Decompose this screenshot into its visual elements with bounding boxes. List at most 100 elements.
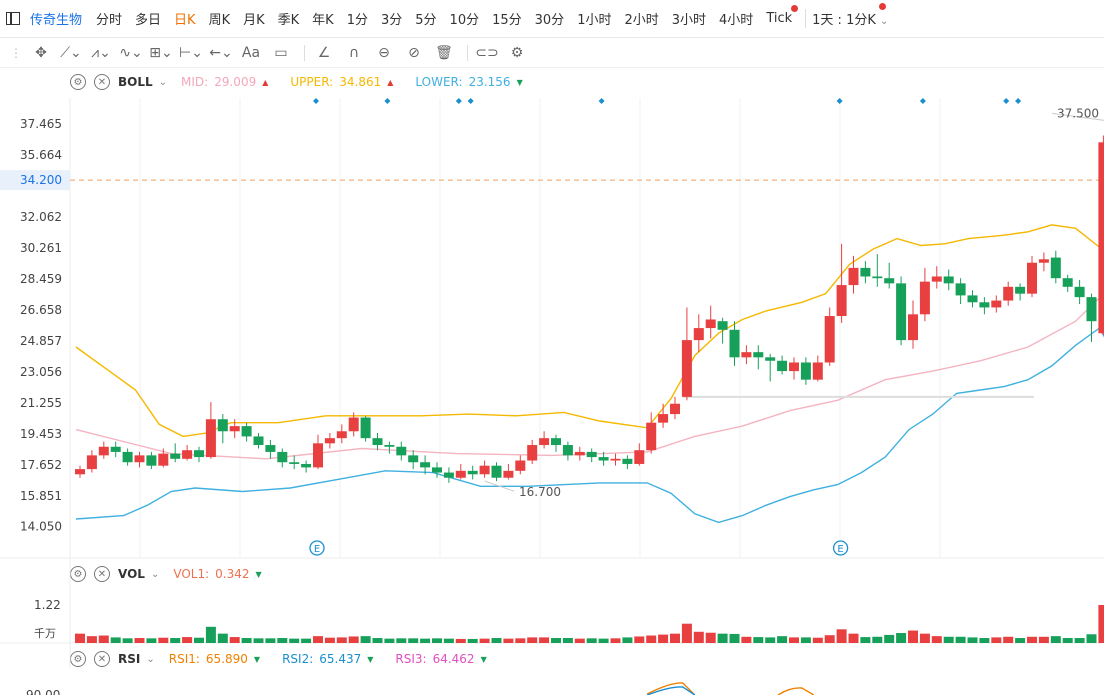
candle-body — [205, 419, 216, 458]
candle-body — [229, 426, 240, 432]
volume-bar — [860, 637, 871, 643]
comment-icon[interactable]: ▭ — [268, 42, 294, 64]
cycle-icon[interactable]: ⊖ — [371, 42, 397, 64]
y-tick-label: 30.261 — [20, 241, 62, 255]
period-tab[interactable]: 2小时 — [624, 9, 658, 28]
volume-bar — [991, 637, 1002, 643]
candle-body — [1015, 286, 1026, 294]
trash-icon[interactable]: 🗑︎ — [431, 42, 457, 64]
volume-bar — [919, 633, 930, 643]
period-tab-active[interactable]: 日K — [174, 9, 196, 28]
period-tab[interactable]: 15分 — [492, 9, 522, 28]
volume-bar — [812, 637, 823, 643]
fib-icon[interactable]: ⊞⌄ — [148, 42, 174, 64]
y-tick-label: 17.652 — [20, 458, 62, 472]
volume-bar — [908, 630, 918, 643]
volume-bar — [777, 636, 788, 643]
measure-icon[interactable]: ⊢⌄ — [178, 42, 204, 64]
candle-body — [908, 314, 918, 341]
panel-toggle-icon[interactable] — [6, 12, 20, 25]
volume-bar — [884, 634, 895, 643]
period-select[interactable]: 1天 : 1分K ⌄ — [805, 3, 889, 28]
candle-body — [931, 276, 942, 282]
text-icon[interactable]: Aa — [238, 42, 264, 64]
polyline-icon[interactable]: ⩘⌄ — [88, 42, 114, 64]
volume-bar — [313, 636, 323, 643]
line-icon[interactable]: ⟋⌄ — [58, 42, 84, 64]
volume-bar — [848, 633, 859, 643]
volume-bar — [467, 638, 478, 643]
candle-body — [194, 450, 204, 458]
hide-icon[interactable]: ⊘ — [401, 42, 427, 64]
wave-icon[interactable]: ∿⌄ — [118, 42, 144, 64]
candle-body — [991, 300, 1002, 308]
period-tab[interactable]: 周K — [209, 9, 231, 28]
y-tick-label: 23.056 — [20, 365, 62, 379]
drag-handle-icon[interactable]: ⋮ — [10, 46, 22, 60]
volume-bar — [896, 633, 907, 643]
move-icon[interactable]: ✥ — [28, 42, 54, 64]
candle-body — [360, 417, 371, 439]
period-tab[interactable]: 5分 — [415, 9, 436, 28]
volume-bar — [479, 638, 490, 643]
period-select-label: 1天 : 1分K — [812, 13, 876, 28]
candle-body — [658, 414, 669, 423]
candle-body — [75, 469, 85, 475]
period-tab[interactable]: 分时 — [96, 9, 122, 28]
candle-body — [527, 445, 538, 461]
period-tab[interactable]: 4小时 — [719, 9, 753, 28]
volume-bar — [146, 638, 157, 643]
volume-bar — [348, 636, 359, 643]
period-tab[interactable]: 3分 — [381, 9, 402, 28]
volume-bar — [527, 637, 538, 643]
candle-body — [646, 422, 657, 451]
period-tab[interactable]: 多日 — [135, 9, 161, 28]
period-tab[interactable]: 1分 — [347, 9, 368, 28]
candle-body — [1038, 259, 1049, 263]
volume-bar — [1098, 605, 1104, 643]
volume-bar — [134, 638, 145, 643]
candle-body — [289, 462, 300, 464]
candle-body — [467, 470, 478, 475]
candle-body — [896, 283, 907, 341]
volume-bar — [634, 636, 645, 643]
signal-marker — [455, 98, 462, 104]
candle-body — [1098, 142, 1104, 334]
angle-icon[interactable]: ∠ — [311, 42, 337, 64]
volume-bar — [610, 638, 621, 643]
candle-body — [1027, 262, 1037, 294]
period-tab[interactable]: 10分 — [450, 9, 480, 28]
candle-body — [491, 465, 502, 478]
chevron-down-icon: ⌄ — [880, 16, 889, 27]
volume-bar — [753, 637, 764, 643]
volume-bar — [324, 637, 335, 643]
stock-name[interactable]: 传奇生物 — [30, 9, 82, 28]
y-tick-label: 19.453 — [20, 427, 62, 441]
period-tab[interactable]: 月K — [243, 9, 265, 28]
period-tab[interactable]: 1小时 — [577, 9, 611, 28]
volume-bar — [301, 638, 312, 643]
toolbar-divider — [467, 44, 468, 61]
period-tab[interactable]: 年K — [312, 9, 334, 28]
candle-body — [848, 267, 859, 286]
y-tick-label: 28.459 — [20, 272, 62, 286]
y-tick-label: 21.255 — [20, 396, 62, 410]
volume-bar — [1003, 636, 1014, 643]
volume-bar — [158, 637, 169, 643]
period-tab[interactable]: 30分 — [535, 9, 565, 28]
candle-body — [265, 445, 276, 452]
link-icon[interactable]: ⊂⊃ — [474, 42, 500, 64]
period-tab[interactable]: 季K — [278, 9, 300, 28]
period-tab[interactable]: 3小时 — [672, 9, 706, 28]
volume-bar — [503, 638, 514, 643]
candle-body — [824, 316, 835, 363]
kline-chart[interactable]: 37.465 35.664 34.200 32.062 30.261 28.459 26.6… — [0, 68, 1104, 695]
arc-icon[interactable]: ∩ — [341, 42, 367, 64]
period-tab-tick[interactable]: Tick — [766, 5, 799, 26]
arrow-icon[interactable]: ←⌄ — [208, 42, 234, 64]
candle-body — [455, 470, 466, 478]
volume-bar — [75, 633, 85, 643]
volume-bar — [943, 636, 954, 643]
volume-bar — [598, 638, 609, 643]
settings-icon[interactable]: ⚙︎ — [504, 42, 530, 64]
